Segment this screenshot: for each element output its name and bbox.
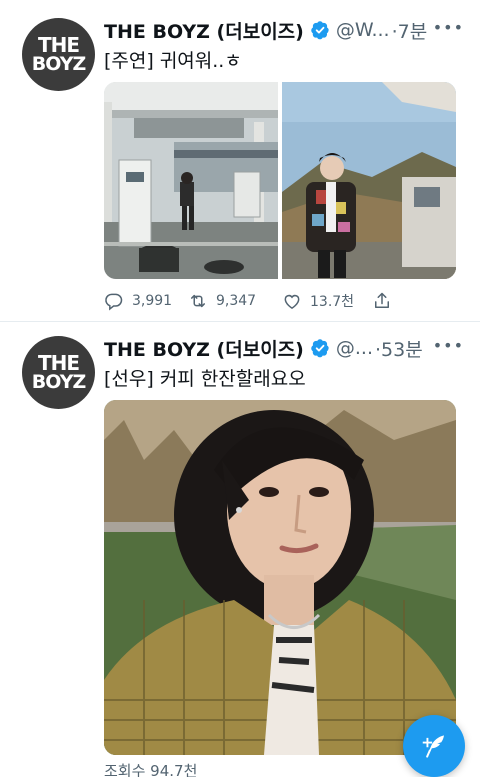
heart-icon (284, 294, 300, 309)
tweet-text: [선우] 커피 한잔할래요오 (104, 368, 306, 390)
tweet-1[interactable]: THE BOYZ THE BOYZ (더보이즈) @W... ·7분 ••• [… (0, 0, 480, 322)
timestamp[interactable]: ·53분 (375, 335, 423, 362)
photo-outdoor-jacket[interactable] (282, 82, 456, 279)
timestamp[interactable]: ·7분 (392, 17, 428, 44)
verified-badge-icon (311, 21, 329, 40)
tweet-header: THE BOYZ (더보이즈) @W... ·7분 ••• (104, 16, 464, 44)
retweet-icon (191, 294, 205, 308)
reply-icon (105, 293, 123, 311)
avatar-logo-line2: BOYZ (31, 52, 86, 75)
handle[interactable]: @... (336, 337, 373, 359)
like-button[interactable]: 13.7천 (282, 291, 372, 311)
tweet-media[interactable] (104, 82, 456, 279)
avatar[interactable]: THE BOYZ (22, 336, 95, 409)
view-count: 조회수 94.7천 (104, 762, 198, 777)
like-count: 13.7천 (310, 294, 355, 310)
photo-gas-station[interactable] (104, 82, 278, 279)
retweet-button[interactable]: 9,347 (188, 291, 282, 311)
share-icon (375, 292, 389, 308)
tweet-header: THE BOYZ (더보이즈) @... ·53분 ••• (104, 334, 464, 362)
more-icon[interactable]: ••• (433, 336, 464, 355)
share-button[interactable] (372, 291, 400, 311)
tweet-actions: 3,991 9,347 13.7천 (104, 289, 404, 313)
handle[interactable]: @W... (336, 19, 390, 41)
compose-tweet-icon (422, 735, 444, 758)
photo-selfie (104, 400, 456, 755)
display-name[interactable]: THE BOYZ (더보이즈) (104, 335, 304, 362)
avatar-logo-line2: BOYZ (31, 370, 86, 393)
compose-tweet-button[interactable] (403, 715, 465, 777)
reply-count: 3,991 (132, 293, 173, 309)
tweet-text: [주연] 귀여워..ㅎ (104, 50, 242, 72)
reply-button[interactable]: 3,991 (104, 291, 188, 311)
display-name[interactable]: THE BOYZ (더보이즈) (104, 17, 304, 44)
more-icon[interactable]: ••• (433, 18, 464, 37)
tweet-media[interactable] (104, 400, 456, 755)
retweet-count: 9,347 (216, 293, 257, 309)
avatar[interactable]: THE BOYZ (22, 18, 95, 91)
verified-badge-icon (311, 339, 329, 358)
